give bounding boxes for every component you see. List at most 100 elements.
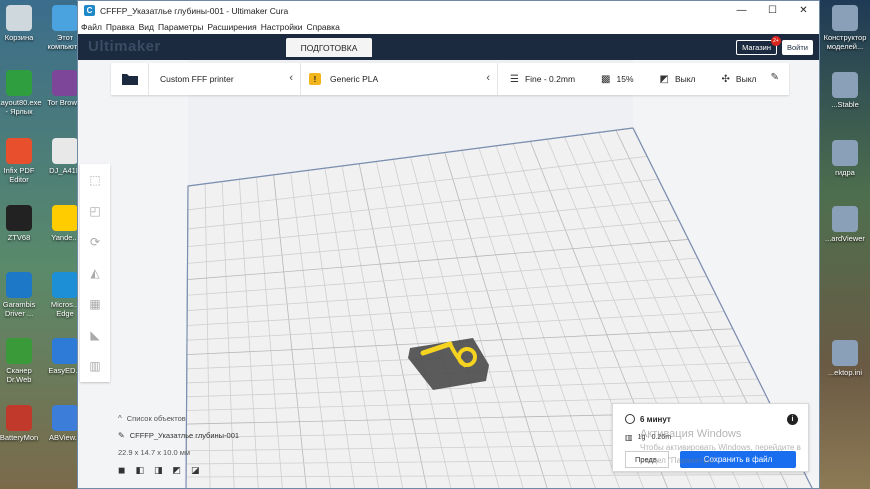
app-icon <box>6 70 32 96</box>
support-blocker-icon[interactable]: ◣ <box>80 319 110 350</box>
app-icon <box>52 405 78 431</box>
app-icon <box>52 338 78 364</box>
desktop-icon[interactable]: ...ardViewer <box>822 206 868 243</box>
desktop-icon-label: Сканер Dr.Web <box>6 366 32 384</box>
watermark-title: Активация Windows <box>640 428 742 440</box>
top-view-icon[interactable]: ◨ <box>154 465 163 476</box>
per-model-settings-icon[interactable]: ▦ <box>80 288 110 319</box>
desktop-icon-label: Конструктор моделей... <box>823 33 867 51</box>
desktop-icon[interactable]: ...ektop.ini <box>822 340 868 377</box>
print-time: 6 минут <box>625 414 671 424</box>
front-view-icon[interactable]: ◧ <box>135 465 144 476</box>
desktop-icon-label: ...ektop.ini <box>827 368 863 377</box>
object-name: CFFFP_Указатлье глубины-001 <box>129 431 240 440</box>
desktop-icon-label: Garambis Driver ... <box>2 300 36 318</box>
desktop-icon[interactable]: Garambis Driver ... <box>0 272 42 318</box>
chevron-up-icon: ^ <box>118 414 122 423</box>
material-selector[interactable]: ! Generic PLA ‹ <box>301 63 498 95</box>
support-icon: ◩ <box>659 73 669 85</box>
profile-value: Fine - 0.2mm <box>524 74 576 84</box>
desktop-icon-label: Корзина <box>4 33 34 42</box>
chevron-left-icon: ‹ <box>486 72 490 84</box>
app-icon <box>52 70 78 96</box>
print-setup-toolbar: Custom FFF printer ‹ ! Generic PLA ‹ ☰ F… <box>111 63 789 95</box>
desktop-icon-label: гидра <box>835 168 855 177</box>
object-dimensions-row: 22.9 x 14.7 x 10.0 мм <box>118 448 239 457</box>
marketplace-badge: 2+ <box>771 36 781 46</box>
app-icon <box>52 272 78 298</box>
signin-button[interactable]: Войти <box>782 40 813 55</box>
edit-pencil-icon: ✎ <box>770 72 779 83</box>
rotate-tool-icon[interactable]: ⟳ <box>80 226 110 257</box>
desktop-icon-label: Layout80.exe - Ярлык <box>0 98 42 116</box>
camera-view-buttons: ◼ ◧ ◨ ◩ ◪ <box>118 465 239 476</box>
menu-extensions[interactable]: Расширения <box>207 22 256 32</box>
tab-prepare[interactable]: ПОДГОТОВКА <box>286 38 372 57</box>
menu-view[interactable]: Вид <box>139 22 154 32</box>
app-icon <box>6 138 32 164</box>
printer-selector[interactable]: Custom FFF printer ‹ <box>149 63 301 95</box>
object-list-label: Список объектов <box>126 414 186 423</box>
move-tool-icon[interactable]: ⬚ <box>80 164 110 195</box>
minimize-button[interactable]: — <box>726 1 757 20</box>
desktop-icon[interactable]: Корзина <box>0 5 42 42</box>
support-item: ◩ Выкл <box>660 74 696 85</box>
desktop-icon-label: ...ardViewer <box>825 234 865 243</box>
app-icon <box>6 338 32 364</box>
scale-tool-icon[interactable]: ◰ <box>80 195 110 226</box>
app-icon <box>52 5 78 31</box>
app-icon <box>832 5 858 31</box>
app-icon <box>52 138 78 164</box>
desktop-icon-label: ZTV68 <box>7 233 31 242</box>
app-icon <box>6 272 32 298</box>
windows-activation-watermark: Активация Windows Чтобы активировать Win… <box>640 428 819 467</box>
object-dimensions: 22.9 x 14.7 x 10.0 мм <box>118 448 191 457</box>
layer-tool-icon[interactable]: ▥ <box>80 350 110 381</box>
printer-name: Custom FFF printer <box>160 74 234 84</box>
desktop-icon[interactable]: ...Stable <box>822 72 868 109</box>
right-view-icon[interactable]: ◪ <box>191 465 200 476</box>
desktop-icon[interactable]: Конструктор моделей... <box>822 5 868 51</box>
adhesion-icon: ✣ <box>721 73 730 85</box>
folder-icon <box>121 74 138 85</box>
print-settings-selector[interactable]: ☰ Fine - 0.2mm ▩ 15% ◩ Выкл ✣ Выкл ✎ <box>498 63 789 95</box>
desktop-icon[interactable]: Сканер Dr.Web <box>0 338 42 384</box>
desktop-icon[interactable]: Infix PDF Editor <box>0 138 42 184</box>
close-button[interactable]: ✕ <box>788 1 819 20</box>
menu-edit[interactable]: Правка <box>106 22 135 32</box>
menu-help[interactable]: Справка <box>306 22 339 32</box>
object-list-toggle[interactable]: ^ Список объектов <box>118 414 239 423</box>
maximize-button[interactable]: ☐ <box>757 1 788 20</box>
pencil-icon: ✎ <box>118 431 125 440</box>
infill-icon: ▩ <box>601 73 611 85</box>
adhesion-item: ✣ Выкл <box>722 74 757 85</box>
object-list-panel: ^ Список объектов ✎ CFFFP_Указатлье глуб… <box>118 414 239 476</box>
filament-icon: ▥ <box>625 433 633 442</box>
object-name-row: ✎ CFFFP_Указатлье глубины-001 <box>118 431 239 440</box>
app-icon <box>832 72 858 98</box>
adhesion-value: Выкл <box>735 74 757 84</box>
desktop-icon[interactable]: гидра <box>822 140 868 177</box>
mirror-tool-icon[interactable]: ◭ <box>80 257 110 288</box>
menu-bar: Файл Правка Вид Параметры Расширения Нас… <box>78 20 819 34</box>
info-icon[interactable]: i <box>787 414 798 425</box>
menu-parameters[interactable]: Параметры <box>158 22 203 32</box>
desktop-icon[interactable]: Layout80.exe - Ярлык <box>0 70 42 116</box>
3d-view-icon[interactable]: ◼ <box>118 465 125 476</box>
support-value: Выкл <box>674 74 696 84</box>
menu-file[interactable]: Файл <box>81 22 102 32</box>
desktop-icon-label: Infix PDF Editor <box>3 166 35 184</box>
infill-value: 15% <box>616 74 634 84</box>
clock-icon <box>625 414 635 424</box>
menu-preferences[interactable]: Настройки <box>261 22 303 32</box>
app-icon <box>832 206 858 232</box>
material-name: Generic PLA <box>330 74 379 84</box>
open-file-button[interactable] <box>111 63 149 95</box>
chevron-left-icon: ‹ <box>289 72 293 84</box>
desktop-icon-label: ...Stable <box>831 100 859 109</box>
infill-item: ▩ 15% <box>601 74 633 85</box>
layer-height-icon: ☰ <box>510 73 519 85</box>
desktop-icon[interactable]: BatteryMon <box>0 405 42 442</box>
desktop-icon[interactable]: ZTV68 <box>0 205 42 242</box>
left-view-icon[interactable]: ◩ <box>173 465 182 476</box>
